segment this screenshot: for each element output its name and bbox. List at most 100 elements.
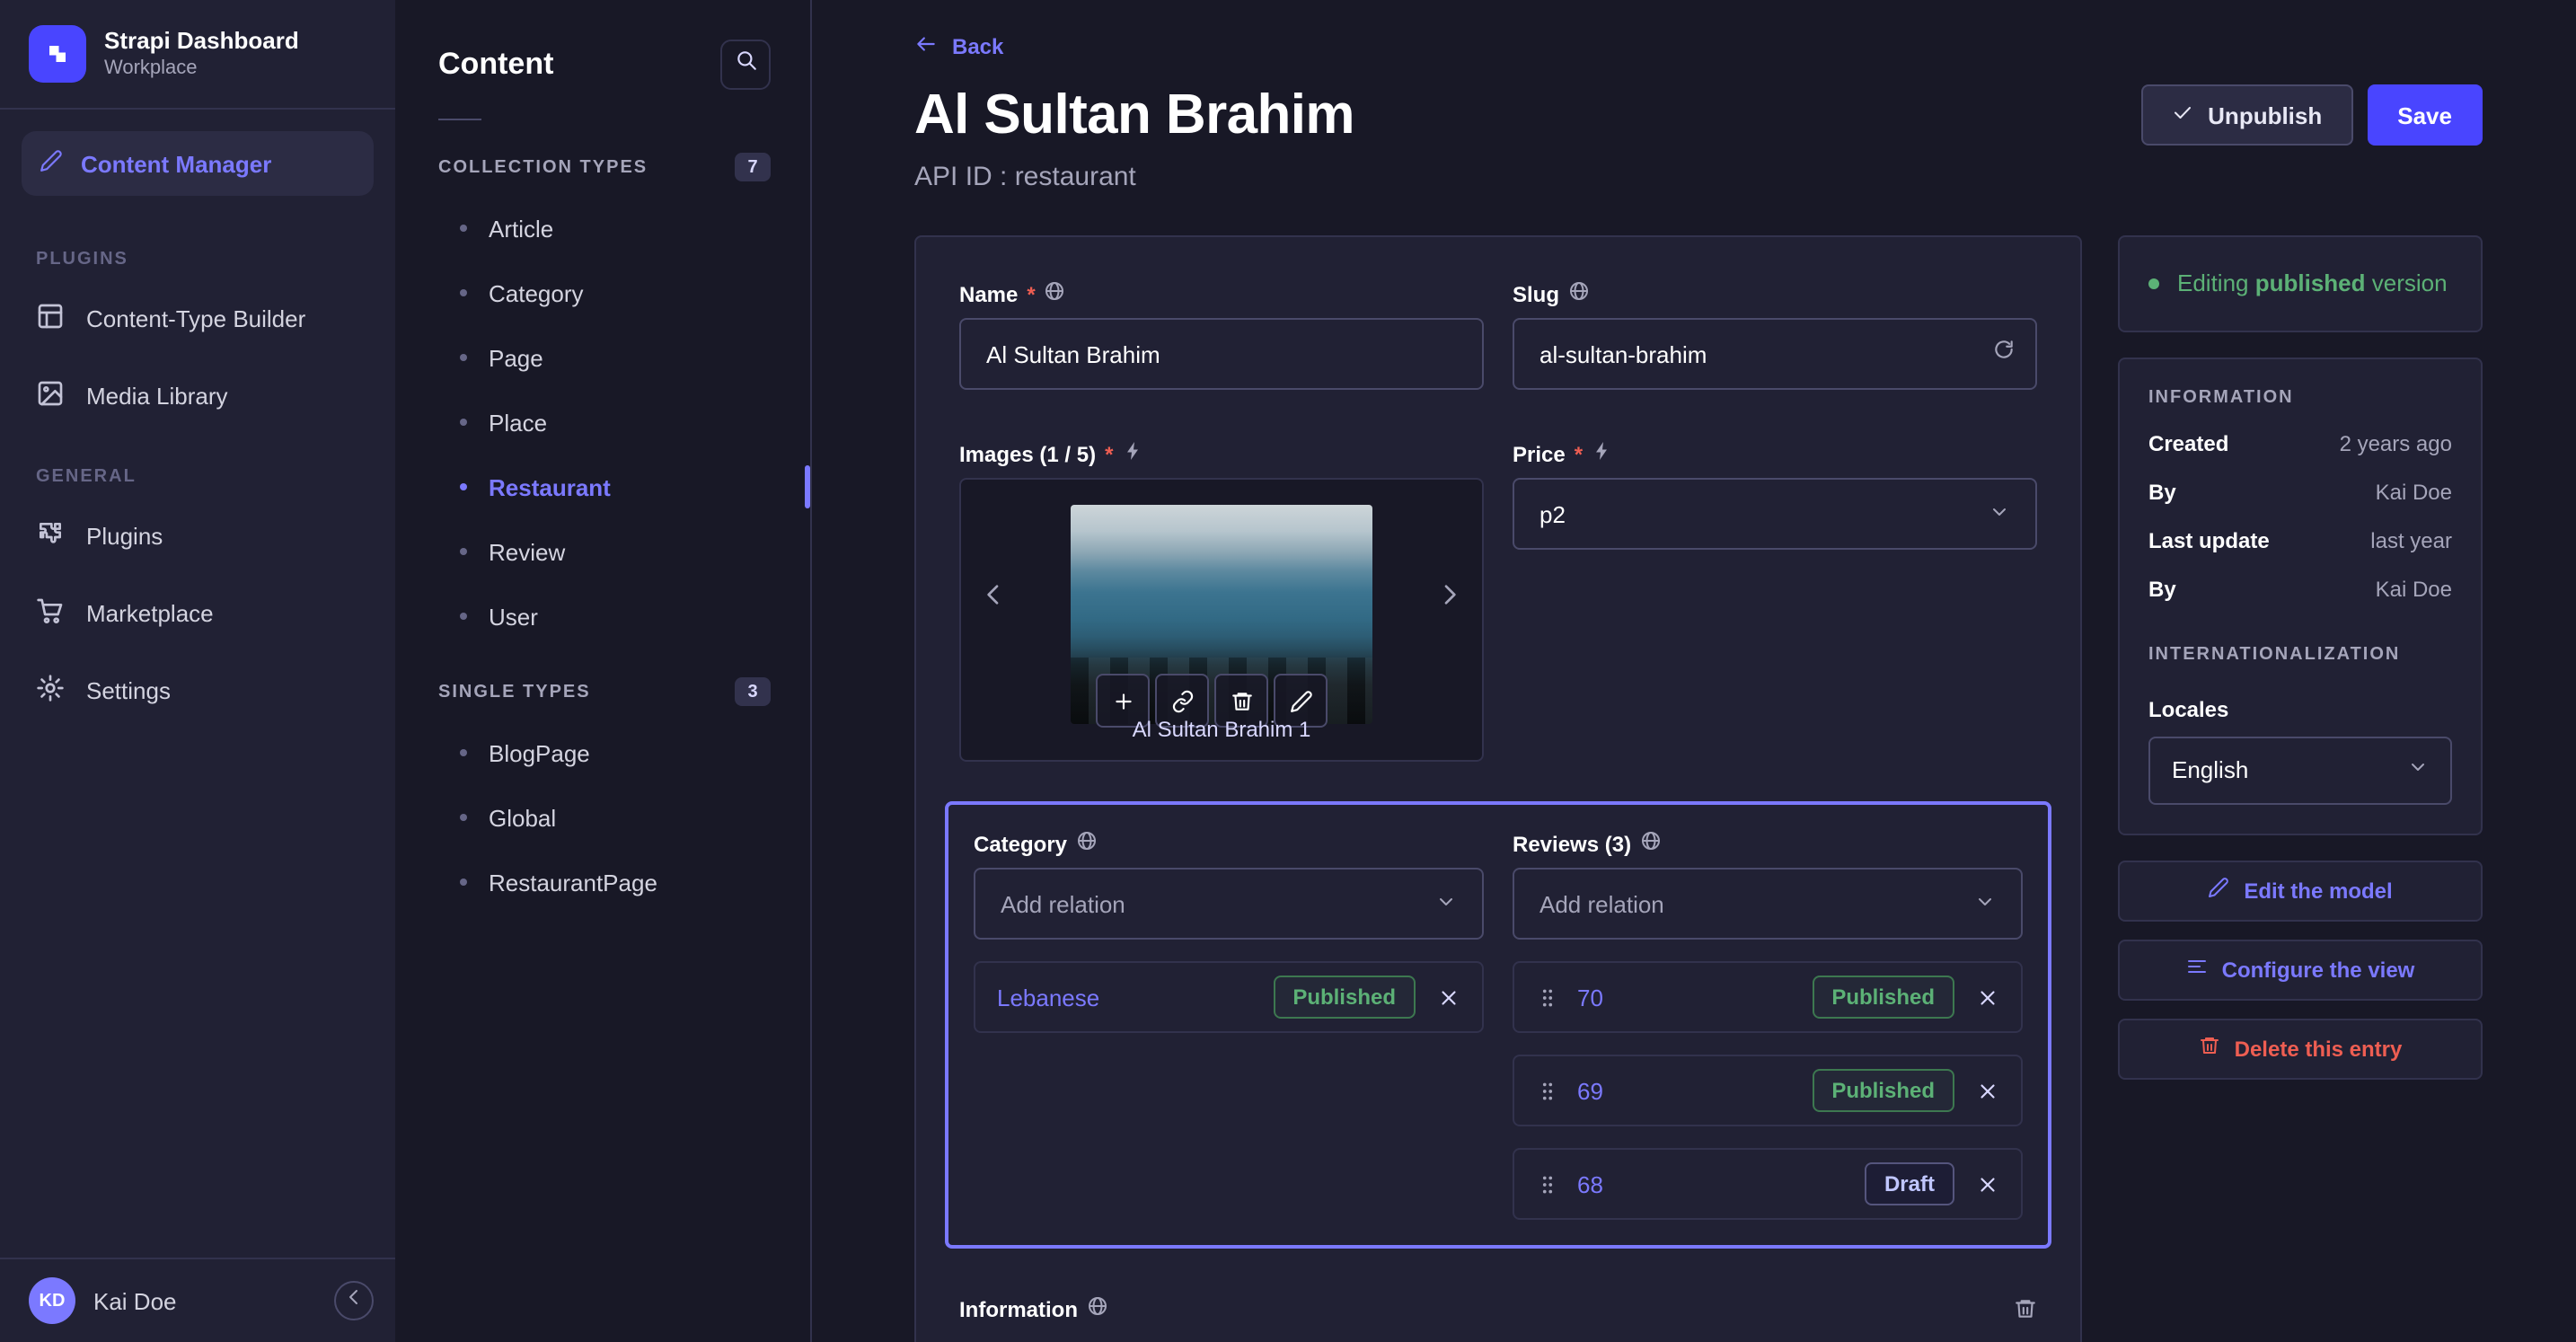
drag-handle[interactable] — [1536, 985, 1559, 1009]
sidebar-item-content-type-builder[interactable]: Content-Type Builder — [0, 280, 395, 358]
sidebar-item-marketplace[interactable]: Marketplace — [0, 575, 395, 652]
status-badge: Published — [1812, 976, 1954, 1019]
subnav-item-article[interactable]: Article — [395, 196, 810, 260]
single-types-header: SINGLE TYPES 3 — [395, 649, 810, 720]
information-component-header: Information — [959, 1295, 2037, 1322]
subnav-item-blogpage[interactable]: BlogPage — [395, 720, 810, 785]
slug-input[interactable] — [1513, 318, 2037, 390]
main-sidebar: Strapi Dashboard Workplace Content Manag… — [0, 0, 395, 1342]
image-icon — [36, 379, 65, 413]
category-relation-select[interactable]: Add relation — [974, 868, 1484, 940]
drag-handle[interactable] — [1536, 1079, 1559, 1102]
unpublish-button[interactable]: Unpublish — [2141, 84, 2353, 146]
user-name: Kai Doe — [93, 1287, 177, 1314]
remove-relation-button[interactable] — [1976, 1079, 1999, 1102]
brand-subtitle: Workplace — [104, 57, 198, 79]
api-id: API ID : restaurant — [914, 162, 1136, 192]
sidebar-item-label: Media Library — [86, 383, 228, 410]
divider — [438, 119, 481, 120]
locale-select[interactable]: English — [2148, 736, 2452, 804]
search-icon — [734, 49, 757, 81]
sidebar-item-label: Settings — [86, 677, 171, 704]
subnav-item-category[interactable]: Category — [395, 260, 810, 325]
carousel-prev-button[interactable] — [979, 580, 1008, 618]
drag-handle[interactable] — [1536, 1172, 1559, 1196]
user-footer: KD Kai Doe — [0, 1258, 395, 1342]
sidebar-item-plugins[interactable]: Plugins — [0, 498, 395, 575]
regenerate-slug-icon[interactable] — [1992, 338, 2016, 370]
info-row-created: Created 2 years ago — [2148, 430, 2452, 455]
review-relation-item: 69 Published — [1513, 1055, 2023, 1126]
entry-sidebar: Editing published version INFORMATION Cr… — [2118, 235, 2483, 1079]
relation-link[interactable]: Lebanese — [997, 984, 1099, 1011]
sidebar-item-content-manager[interactable]: Content Manager — [22, 131, 374, 196]
collapse-sidebar-button[interactable] — [334, 1281, 374, 1320]
single-count-badge: 3 — [735, 677, 771, 706]
relation-link[interactable]: 69 — [1577, 1077, 1603, 1104]
cart-icon — [36, 596, 65, 631]
globe-icon — [1045, 280, 1066, 307]
remove-relation-button[interactable] — [1437, 985, 1460, 1009]
images-label: Images (1 / 5) * — [959, 440, 1484, 467]
search-button[interactable] — [720, 40, 771, 90]
review-relation-item: 68 Draft — [1513, 1148, 2023, 1220]
reviews-relation-select[interactable]: Add relation — [1513, 868, 2023, 940]
save-button[interactable]: Save — [2367, 84, 2483, 146]
category-relation-item: Lebanese Published — [974, 961, 1484, 1033]
nav-section-general: GENERAL — [36, 467, 137, 487]
strapi-dashboard: Strapi Dashboard Workplace Content Manag… — [0, 0, 2576, 1342]
price-label: Price * — [1513, 440, 2037, 467]
section-label: COLLECTION TYPES — [438, 157, 648, 177]
version-status-text: Editing published version — [2177, 269, 2448, 296]
information-label: Information — [959, 1295, 1108, 1322]
images-carousel: Al Sultan Brahim 1 — [959, 478, 1484, 762]
carousel-next-button[interactable] — [1435, 580, 1464, 618]
sidebar-item-settings[interactable]: Settings — [0, 652, 395, 729]
chevron-down-icon — [1974, 890, 1996, 917]
info-row-updated-by: By Kai Doe — [2148, 576, 2452, 601]
i18n-title: INTERNATIONALIZATION — [2148, 644, 2401, 664]
remove-relation-button[interactable] — [1976, 985, 1999, 1009]
delete-entry-button[interactable]: Delete this entry — [2118, 1018, 2483, 1079]
subnav-item-restaurant[interactable]: Restaurant — [395, 455, 810, 519]
status-badge: Draft — [1864, 1162, 1954, 1205]
version-status-card: Editing published version — [2118, 235, 2483, 331]
check-icon — [2172, 102, 2193, 128]
subnav-item-place[interactable]: Place — [395, 390, 810, 455]
relation-link[interactable]: 70 — [1577, 984, 1603, 1011]
name-label: Name * — [959, 280, 1484, 307]
pencil-icon — [2208, 877, 2229, 904]
subnav-item-global[interactable]: Global — [395, 785, 810, 850]
lightning-icon — [1592, 440, 1613, 467]
locales-label: Locales — [2148, 696, 2229, 721]
info-row-created-by: By Kai Doe — [2148, 479, 2452, 504]
gear-icon — [36, 674, 65, 708]
chevron-down-icon — [2407, 756, 2429, 783]
section-label: SINGLE TYPES — [438, 682, 591, 702]
sidebar-item-media-library[interactable]: Media Library — [0, 358, 395, 435]
subnav-item-restaurantpage[interactable]: RestaurantPage — [395, 850, 810, 914]
chevron-down-icon — [1435, 890, 1457, 917]
globe-icon — [1087, 1295, 1108, 1322]
configure-view-button[interactable]: Configure the view — [2118, 939, 2483, 1000]
subnav-item-review[interactable]: Review — [395, 519, 810, 584]
remove-relation-button[interactable] — [1976, 1172, 1999, 1196]
strapi-logo-icon — [29, 25, 86, 83]
chevron-down-icon — [1989, 500, 2010, 527]
information-title: INFORMATION — [2148, 387, 2294, 407]
relation-link[interactable]: 68 — [1577, 1170, 1603, 1197]
sidebar-item-label: Content-Type Builder — [86, 305, 306, 332]
sidebar-item-label: Content Manager — [81, 150, 272, 177]
price-select[interactable]: p2 — [1513, 478, 2037, 550]
brand-header: Strapi Dashboard Workplace — [0, 0, 395, 110]
avatar[interactable]: KD — [29, 1277, 75, 1324]
name-input[interactable] — [959, 318, 1484, 390]
back-link[interactable]: Back — [914, 32, 1003, 61]
lightning-icon — [1122, 440, 1143, 467]
subnav-item-user[interactable]: User — [395, 584, 810, 649]
published-dot — [2148, 278, 2159, 289]
edit-model-button[interactable]: Edit the model — [2118, 860, 2483, 921]
main-content: Back Al Sultan Brahim Unpublish Save API… — [812, 0, 2576, 1342]
subnav-item-page[interactable]: Page — [395, 325, 810, 390]
delete-component-button[interactable] — [2014, 1297, 2037, 1320]
